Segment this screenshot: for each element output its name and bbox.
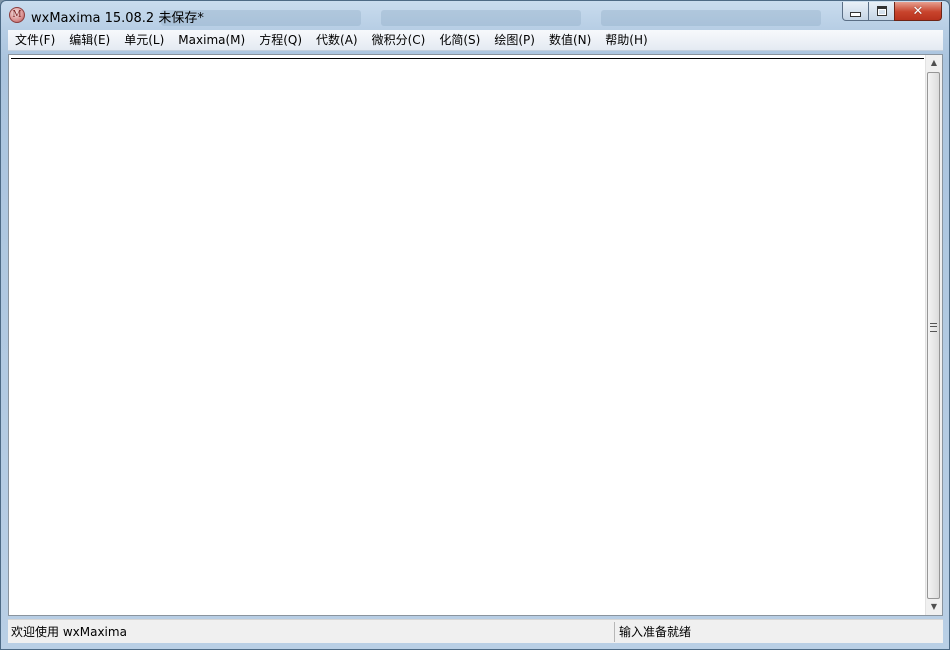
background-ghost [601, 10, 821, 26]
vertical-scrollbar[interactable]: ▲ ▼ [925, 55, 942, 615]
window-title: wxMaxima 15.08.2 未保存* [31, 11, 204, 26]
app-window: M wxMaxima 15.08.2 未保存* ✕ 文件(F) 编辑(E) 单元… [0, 0, 950, 650]
title-bar[interactable]: M wxMaxima 15.08.2 未保存* ✕ [1, 1, 949, 31]
scroll-thumb[interactable] [927, 72, 940, 599]
menu-numeric[interactable]: 数值(N) [542, 30, 598, 50]
menu-file[interactable]: 文件(F) [8, 30, 62, 50]
menu-cell[interactable]: 单元(L) [117, 30, 171, 50]
maximize-icon [876, 6, 887, 16]
maximize-button[interactable] [868, 2, 895, 21]
menu-plot[interactable]: 绘图(P) [487, 30, 542, 50]
maxima-app-icon[interactable]: M [9, 7, 25, 23]
menu-help[interactable]: 帮助(H) [598, 30, 654, 50]
menu-algebra[interactable]: 代数(A) [309, 30, 365, 50]
menu-equations[interactable]: 方程(Q) [252, 30, 309, 50]
menu-maxima[interactable]: Maxima(M) [171, 30, 252, 50]
menu-bar: 文件(F) 编辑(E) 单元(L) Maxima(M) 方程(Q) 代数(A) … [8, 30, 943, 51]
status-bar: 欢迎使用 wxMaxima 输入准备就绪 [8, 619, 943, 643]
cell-cursor-line [11, 58, 924, 59]
background-ghost [381, 10, 581, 26]
scroll-up-button[interactable]: ▲ [926, 55, 942, 71]
menu-simplify[interactable]: 化简(S) [432, 30, 487, 50]
status-message: 欢迎使用 wxMaxima [11, 625, 127, 639]
menu-calculus[interactable]: 微积分(C) [365, 30, 433, 50]
status-divider [614, 622, 615, 642]
close-icon: ✕ [912, 3, 924, 19]
minimize-button[interactable] [842, 2, 869, 21]
minimize-icon [850, 11, 861, 17]
close-button[interactable]: ✕ [894, 2, 942, 21]
status-ready: 输入准备就绪 [619, 625, 692, 639]
scroll-down-button[interactable]: ▼ [926, 599, 942, 615]
worksheet-editor[interactable]: ▲ ▼ [8, 54, 943, 616]
grip-icon [930, 323, 937, 332]
menu-edit[interactable]: 编辑(E) [62, 30, 117, 50]
